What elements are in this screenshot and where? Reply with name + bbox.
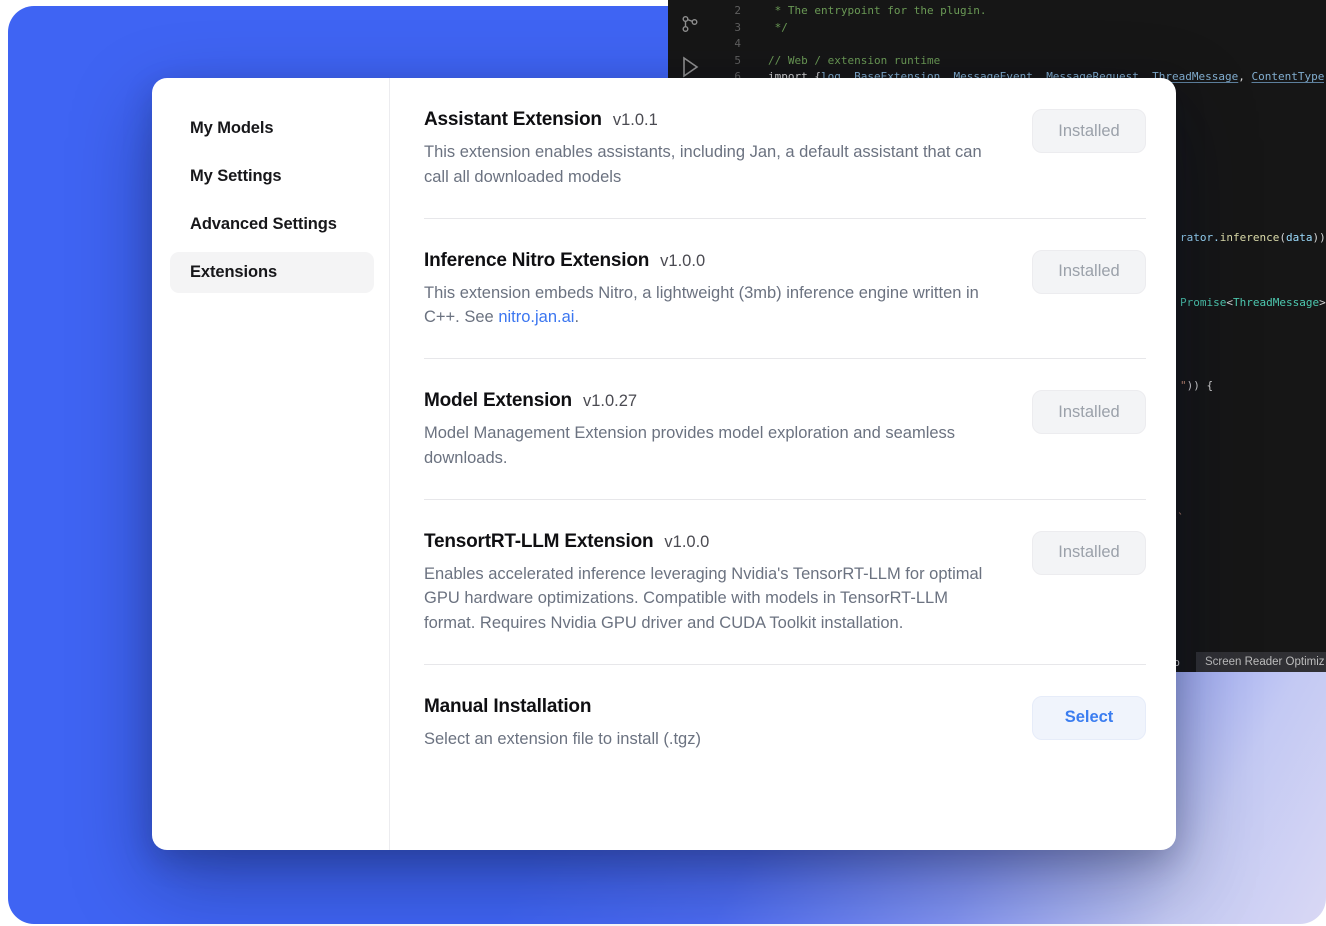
code-token: " bbox=[1180, 379, 1187, 392]
manual-select-button[interactable]: Select bbox=[1032, 696, 1146, 740]
screen-reader-badge[interactable]: Screen Reader Optimiz bbox=[1196, 652, 1326, 672]
settings-modal: My Models My Settings Advanced Settings … bbox=[152, 78, 1176, 850]
model-installed-button[interactable]: Installed bbox=[1032, 390, 1146, 434]
code-token: )) { bbox=[1187, 379, 1214, 392]
sidebar-item-advanced-settings[interactable]: Advanced Settings bbox=[170, 204, 374, 245]
extension-version: v1.0.1 bbox=[613, 111, 658, 130]
code-text bbox=[741, 36, 768, 53]
code-line: 3 */ bbox=[668, 20, 1326, 37]
extension-info: Assistant Extension v1.0.1 This extensio… bbox=[424, 109, 1032, 190]
line-number: 4 bbox=[668, 36, 741, 53]
code-line: 5// Web / extension runtime bbox=[668, 53, 1326, 70]
extension-description: Select an extension file to install (.tg… bbox=[424, 727, 998, 752]
sidebar-item-my-models[interactable]: My Models bbox=[170, 108, 374, 149]
code-token: data bbox=[1286, 231, 1313, 244]
code-token: ThreadMessage bbox=[1233, 296, 1319, 309]
code-line: 4 bbox=[668, 36, 1326, 53]
extension-name: Inference Nitro Extension bbox=[424, 250, 649, 272]
extension-name: Manual Installation bbox=[424, 696, 591, 718]
code-fragment: ")) { bbox=[1180, 379, 1213, 392]
code-token: Promise bbox=[1180, 296, 1226, 309]
extensions-panel: Assistant Extension v1.0.1 This extensio… bbox=[390, 78, 1176, 850]
line-number: 3 bbox=[668, 20, 741, 37]
code-token: ( bbox=[1279, 231, 1286, 244]
code-fragment: Promise<ThreadMessage> bbox=[1180, 296, 1326, 309]
extension-row-model: Model Extension v1.0.27 Model Management… bbox=[424, 359, 1146, 500]
nitro-installed-button[interactable]: Installed bbox=[1032, 250, 1146, 294]
extension-row-inference-nitro: Inference Nitro Extension v1.0.0 This ex… bbox=[424, 219, 1146, 360]
code-area: 2 * The entrypoint for the plugin. 3 */ … bbox=[668, 3, 1326, 86]
extension-name: Assistant Extension bbox=[424, 109, 602, 131]
tensorrt-installed-button[interactable]: Installed bbox=[1032, 531, 1146, 575]
code-text: * The entrypoint for the plugin. bbox=[741, 3, 987, 20]
extension-row-assistant: Assistant Extension v1.0.1 This extensio… bbox=[424, 78, 1146, 219]
extension-version: v1.0.0 bbox=[660, 252, 705, 271]
line-number: 5 bbox=[668, 53, 741, 70]
nitro-jan-ai-link[interactable]: nitro.jan.ai bbox=[498, 308, 574, 326]
code-token: rator. bbox=[1180, 231, 1220, 244]
extension-row-tensorrt-llm: TensortRT-LLM Extension v1.0.0 Enables a… bbox=[424, 500, 1146, 665]
code-token: )); bbox=[1312, 231, 1326, 244]
extension-version: v1.0.0 bbox=[664, 533, 709, 552]
description-text: . bbox=[574, 308, 579, 326]
extension-description: Model Management Extension provides mode… bbox=[424, 421, 998, 471]
code-text: // Web / extension runtime bbox=[741, 53, 940, 70]
extension-info: Model Extension v1.0.27 Model Management… bbox=[424, 390, 1032, 471]
extension-description: Enables accelerated inference leveraging… bbox=[424, 562, 998, 636]
code-token: < bbox=[1226, 296, 1233, 309]
sidebar-item-my-settings[interactable]: My Settings bbox=[170, 156, 374, 197]
code-token: > bbox=[1319, 296, 1326, 309]
sidebar-item-extensions[interactable]: Extensions bbox=[170, 252, 374, 293]
extension-version: v1.0.27 bbox=[583, 392, 637, 411]
extension-info: TensortRT-LLM Extension v1.0.0 Enables a… bbox=[424, 531, 1032, 636]
extension-description: This extension enables assistants, inclu… bbox=[424, 140, 998, 190]
extension-info: Manual Installation Select an extension … bbox=[424, 696, 1032, 752]
extension-info: Inference Nitro Extension v1.0.0 This ex… bbox=[424, 250, 1032, 331]
extension-name: TensortRT-LLM Extension bbox=[424, 531, 653, 553]
code-fragment: rator.inference(data)); bbox=[1180, 231, 1326, 244]
code-line: 2 * The entrypoint for the plugin. bbox=[668, 3, 1326, 20]
assistant-installed-button[interactable]: Installed bbox=[1032, 109, 1146, 153]
code-token: inference bbox=[1220, 231, 1280, 244]
line-number: 2 bbox=[668, 3, 741, 20]
extension-row-manual-installation: Manual Installation Select an extension … bbox=[424, 665, 1146, 780]
extension-description: This extension embeds Nitro, a lightweig… bbox=[424, 281, 998, 331]
settings-sidebar: My Models My Settings Advanced Settings … bbox=[152, 78, 390, 850]
extension-name: Model Extension bbox=[424, 390, 572, 412]
code-text: */ bbox=[741, 20, 788, 37]
